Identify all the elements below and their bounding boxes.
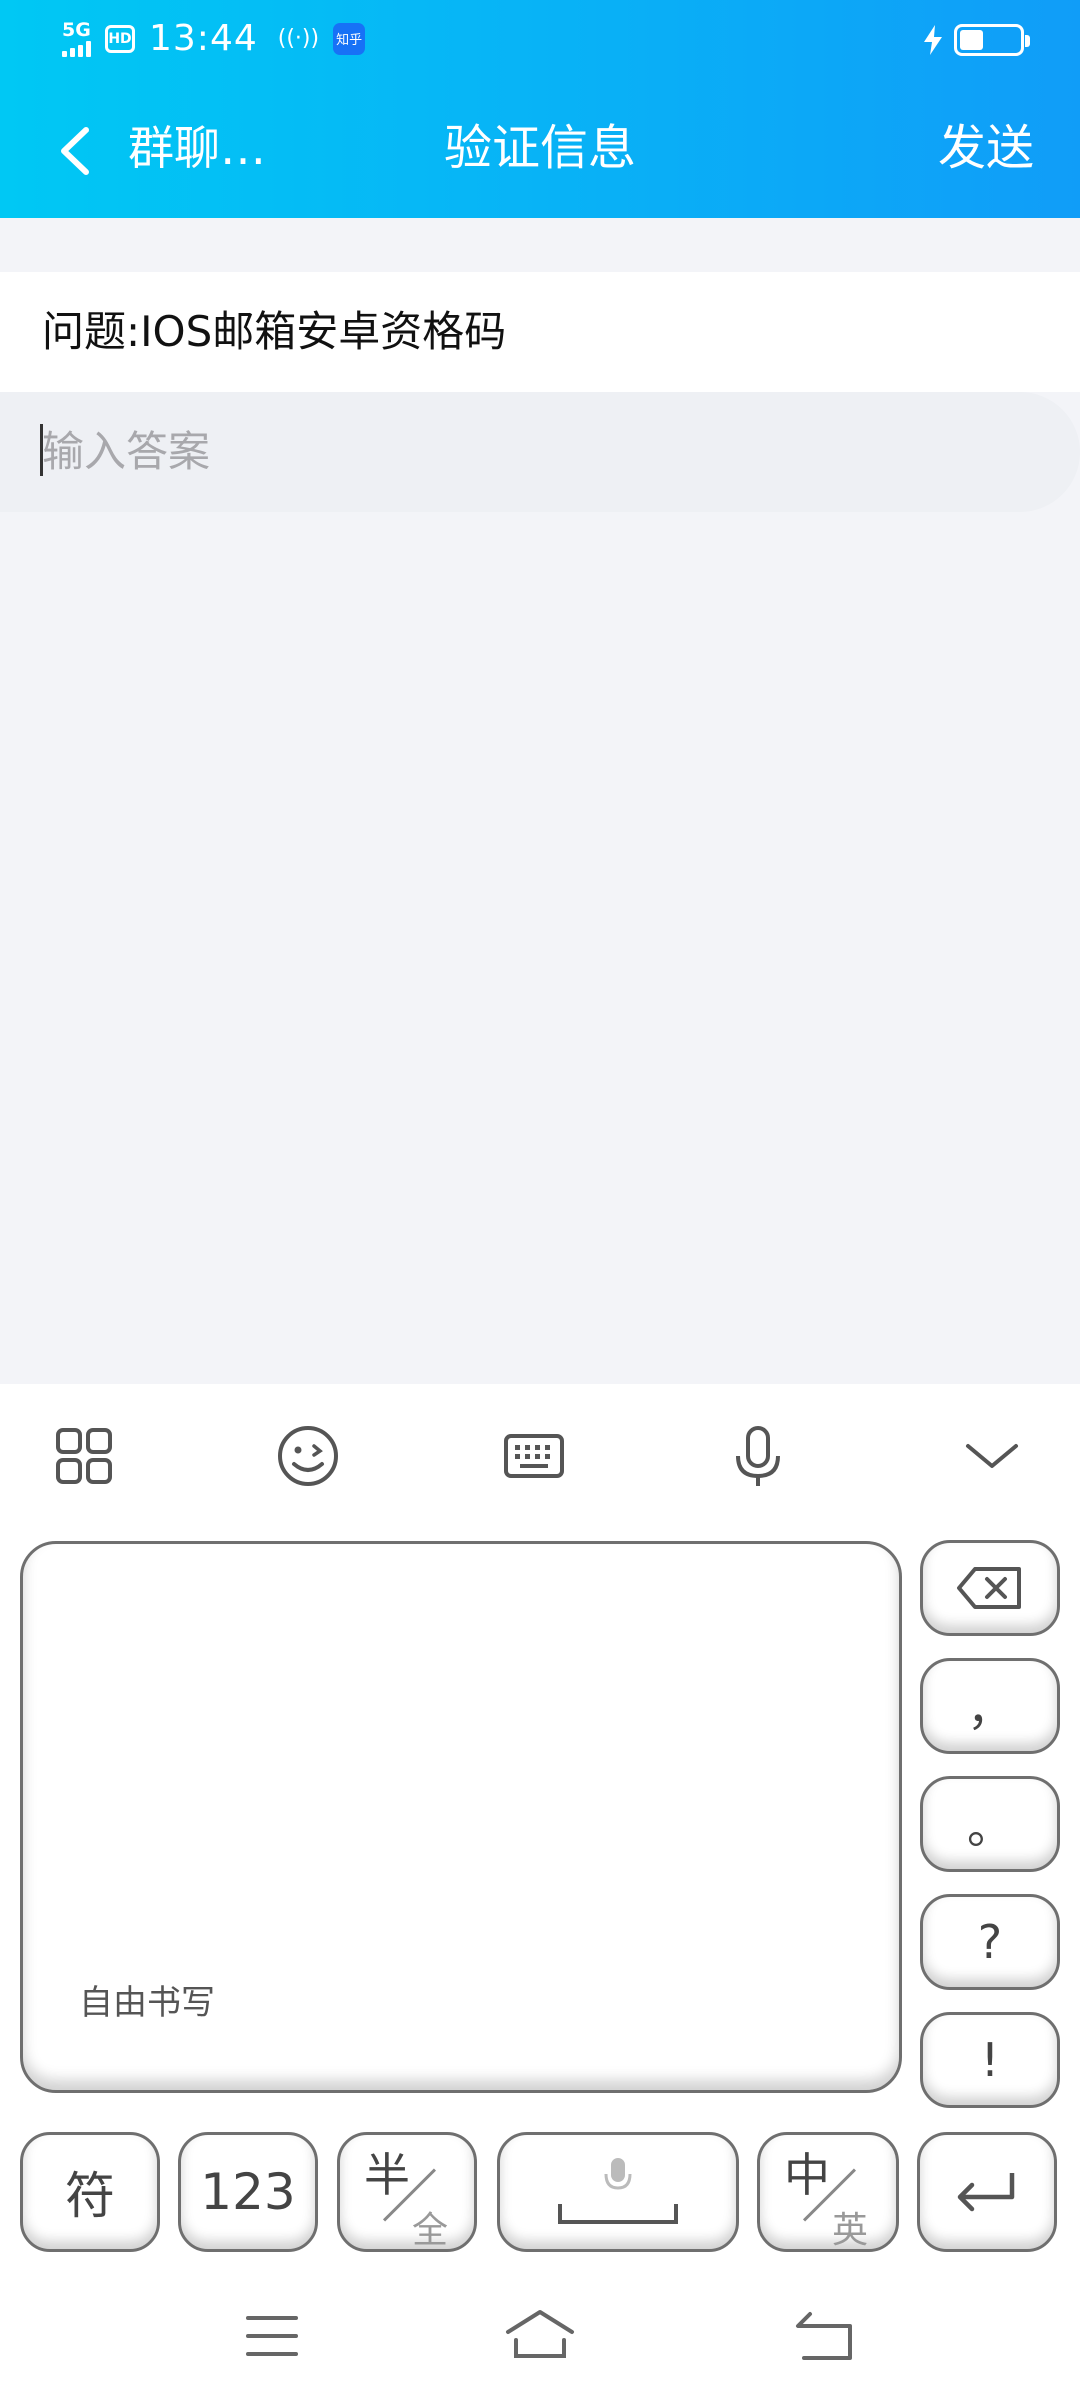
hotspot-icon: ((·)) bbox=[277, 26, 320, 51]
chinese-label: 中 bbox=[784, 2148, 830, 2202]
nav-bar: 群聊… 验证信息 发送 bbox=[0, 82, 1080, 218]
menu-icon[interactable] bbox=[244, 2312, 300, 2360]
backspace-key[interactable] bbox=[920, 1540, 1060, 1636]
enter-icon bbox=[957, 2173, 1015, 2212]
answer-placeholder: 输入答案 bbox=[42, 427, 211, 476]
enter-key[interactable] bbox=[917, 2132, 1057, 2252]
zhihu-notification-icon: 知乎 bbox=[333, 22, 366, 55]
exclamation-key[interactable]: ! bbox=[920, 2012, 1060, 2108]
clock: 13:44 bbox=[149, 18, 258, 59]
numbers-key[interactable]: 123 bbox=[178, 2132, 318, 2252]
answer-input[interactable]: 输入答案 bbox=[0, 392, 1080, 512]
network-type: 5G bbox=[62, 19, 91, 41]
symbols-key[interactable]: 符 bbox=[20, 2132, 160, 2252]
space-mic-icon bbox=[558, 2158, 678, 2224]
home-icon[interactable] bbox=[504, 2306, 576, 2362]
space-key[interactable] bbox=[497, 2132, 739, 2252]
question-text: 问题:IOS邮箱安卓资格码 bbox=[0, 272, 1080, 392]
back-nav-icon[interactable] bbox=[794, 2310, 854, 2362]
battery-icon bbox=[954, 24, 1030, 56]
emoji-icon[interactable] bbox=[274, 1422, 342, 1490]
apps-grid-icon[interactable] bbox=[50, 1422, 118, 1490]
handwriting-area[interactable]: 自由书写 bbox=[20, 1541, 902, 2093]
keyboard-toolbar bbox=[0, 1384, 1080, 1524]
comma-key[interactable]: ， bbox=[920, 1658, 1060, 1754]
full-label: 全 bbox=[412, 2210, 449, 2251]
hd-badge: HD bbox=[105, 24, 135, 53]
system-nav-bar bbox=[0, 2272, 1080, 2400]
send-button[interactable]: 发送 bbox=[938, 118, 1034, 178]
period-key[interactable]: 。 bbox=[920, 1776, 1060, 1872]
half-label: 半 bbox=[364, 2148, 410, 2202]
chinese-english-toggle-key[interactable]: 中 英 bbox=[757, 2132, 899, 2252]
page-title: 验证信息 bbox=[443, 120, 636, 176]
keyboard-icon[interactable] bbox=[500, 1422, 568, 1490]
english-label: 英 bbox=[832, 2210, 869, 2251]
half-full-width-key[interactable]: 半 全 bbox=[337, 2132, 477, 2252]
microphone-icon[interactable] bbox=[724, 1422, 792, 1490]
question-mark-key[interactable]: ? bbox=[920, 1894, 1060, 1990]
collapse-keyboard-icon[interactable] bbox=[958, 1422, 1026, 1490]
handwriting-label: 自由书写 bbox=[79, 1983, 215, 2023]
charging-icon bbox=[924, 25, 942, 55]
top-bar: 5G HD 13:44 ((·)) 知乎 群聊… 验证信息 发送 bbox=[0, 0, 1080, 218]
backspace-icon bbox=[957, 1567, 1021, 1609]
handwriting-keyboard: 自由书写 ， 。 ? ! 符 123 半 全 中 英 bbox=[0, 1384, 1080, 2400]
signal-icon: 5G bbox=[62, 20, 91, 57]
status-bar: 5G HD 13:44 ((·)) 知乎 bbox=[0, 0, 1080, 82]
